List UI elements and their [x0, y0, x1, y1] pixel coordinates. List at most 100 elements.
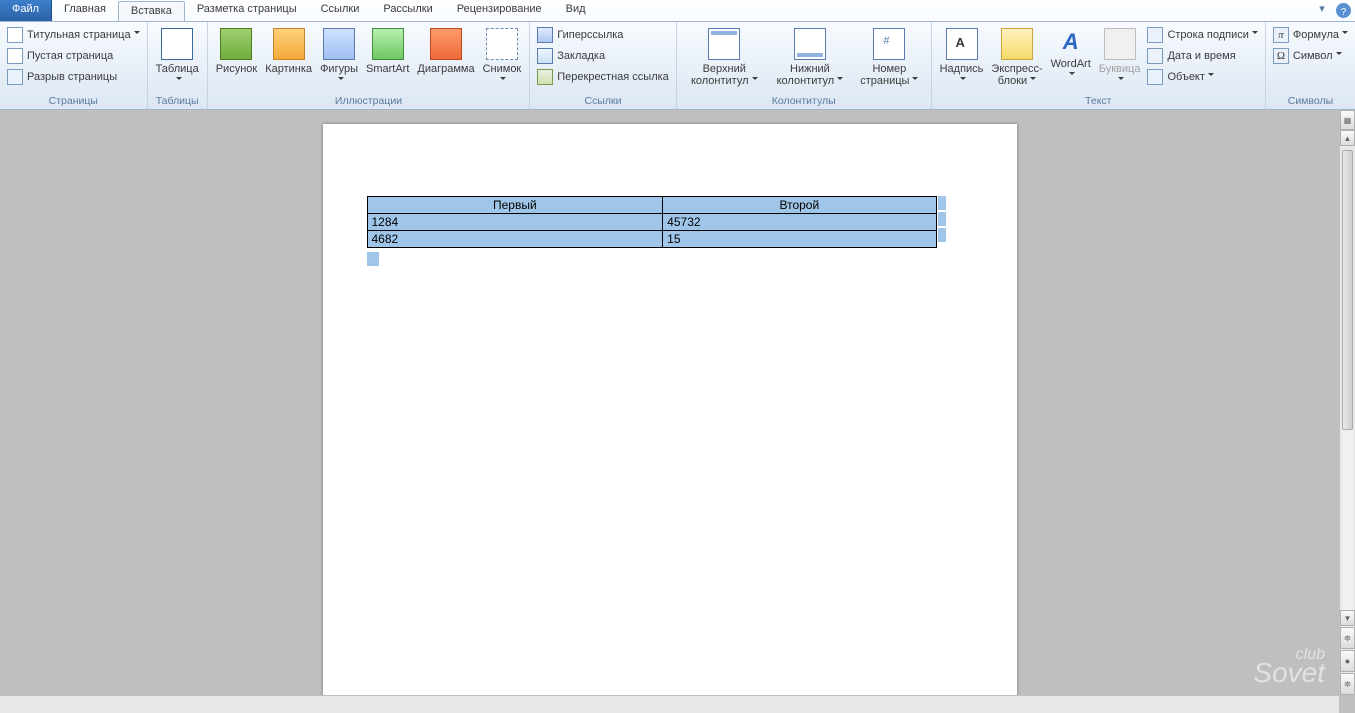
page-number-icon — [873, 28, 905, 60]
tab-references[interactable]: Ссылки — [309, 0, 372, 21]
page-break-icon — [7, 69, 23, 85]
cover-page-button[interactable]: Титульная страница — [4, 24, 143, 45]
table-header-cell[interactable]: Второй — [663, 197, 936, 214]
tab-layout[interactable]: Разметка страницы — [185, 0, 309, 21]
ribbon-insert: Титульная страница Пустая страница Разры… — [0, 22, 1355, 110]
equation-icon: π — [1273, 27, 1289, 43]
selection-handle — [938, 212, 946, 226]
group-tables: Таблица Таблицы — [148, 22, 208, 109]
group-pages: Титульная страница Пустая страница Разры… — [0, 22, 148, 109]
table-header-cell[interactable]: Первый — [367, 197, 663, 214]
bookmark-icon — [537, 48, 553, 64]
picture-icon — [220, 28, 252, 60]
quickparts-icon — [1001, 28, 1033, 60]
cross-reference-button[interactable]: Перекрестная ссылка — [534, 66, 672, 87]
object-button[interactable]: Объект — [1144, 66, 1260, 87]
date-time-button[interactable]: Дата и время — [1144, 45, 1260, 66]
shapes-button[interactable]: Фигуры — [316, 24, 362, 89]
prev-page-icon[interactable]: ≑ — [1340, 627, 1355, 649]
table-row[interactable]: 1284 45732 — [367, 214, 936, 231]
footer-icon — [794, 28, 826, 60]
hyperlink-icon — [537, 27, 553, 43]
screenshot-icon — [486, 28, 518, 60]
cross-ref-icon — [537, 69, 553, 85]
chart-button[interactable]: Диаграмма — [413, 24, 478, 77]
cover-page-icon — [7, 27, 23, 43]
table-cell[interactable]: 4682 — [367, 231, 663, 248]
footer-button[interactable]: Нижний колонтитул — [768, 24, 852, 89]
next-page-icon[interactable]: ≑ — [1340, 673, 1355, 695]
symbol-button[interactable]: ΩСимвол — [1270, 45, 1351, 66]
tab-home[interactable]: Главная — [52, 0, 118, 21]
document-page[interactable]: Первый Второй 1284 45732 4682 15 — [323, 124, 1017, 695]
table-button[interactable]: Таблица — [152, 24, 203, 89]
group-label-tables: Таблицы — [152, 94, 203, 109]
group-illustrations: Рисунок Картинка Фигуры SmartArt Диаграм… — [208, 22, 531, 109]
horizontal-scrollbar[interactable] — [0, 695, 1339, 713]
scroll-track[interactable] — [1342, 150, 1353, 635]
dropcap-icon — [1104, 28, 1136, 60]
vertical-scrollbar[interactable]: ▦ ▲ ▼ ≑ ● ≑ — [1339, 110, 1355, 695]
tab-mailings[interactable]: Рассылки — [371, 0, 444, 21]
shapes-icon — [323, 28, 355, 60]
table-cell[interactable]: 45732 — [663, 214, 936, 231]
tab-insert[interactable]: Вставка — [118, 1, 185, 21]
selection-handle — [938, 196, 946, 210]
picture-button[interactable]: Рисунок — [212, 24, 262, 77]
dropcap-button[interactable]: Буквица — [1095, 24, 1145, 89]
signature-line-button[interactable]: Строка подписи — [1144, 24, 1260, 45]
group-label-symbols: Символы — [1270, 94, 1351, 109]
menu-tabs: Файл Главная Вставка Разметка страницы С… — [0, 0, 1355, 22]
group-label-illustrations: Иллюстрации — [212, 94, 526, 109]
group-links: Гиперссылка Закладка Перекрестная ссылка… — [530, 22, 677, 109]
group-label-pages: Страницы — [4, 94, 143, 109]
date-icon — [1147, 48, 1163, 64]
text-cursor — [367, 252, 379, 266]
blank-page-icon — [7, 48, 23, 64]
group-label-links: Ссылки — [534, 94, 672, 109]
tab-view[interactable]: Вид — [554, 0, 598, 21]
scroll-up-icon[interactable]: ▲ — [1340, 130, 1355, 146]
header-button[interactable]: Верхний колонтитул — [681, 24, 768, 89]
page-number-button[interactable]: Номер страницы — [852, 24, 926, 89]
minimize-ribbon-icon[interactable]: ▾ — [1312, 0, 1332, 21]
table-cell[interactable]: 1284 — [367, 214, 663, 231]
smartart-button[interactable]: SmartArt — [362, 24, 413, 77]
table-cell[interactable]: 15 — [663, 231, 936, 248]
clipart-icon — [273, 28, 305, 60]
screenshot-button[interactable]: Снимок — [479, 24, 526, 89]
clipart-button[interactable]: Картинка — [261, 24, 316, 77]
group-label-text: Текст — [936, 94, 1261, 109]
wordart-button[interactable]: AWordArt — [1047, 24, 1095, 84]
group-label-header-footer: Колонтитулы — [681, 94, 927, 109]
scroll-thumb[interactable] — [1342, 150, 1353, 430]
tab-review[interactable]: Рецензирование — [445, 0, 554, 21]
hyperlink-button[interactable]: Гиперссылка — [534, 24, 672, 45]
textbox-icon — [946, 28, 978, 60]
blank-page-button[interactable]: Пустая страница — [4, 45, 143, 66]
smartart-icon — [372, 28, 404, 60]
group-header-footer: Верхний колонтитул Нижний колонтитул Ном… — [677, 22, 932, 109]
equation-button[interactable]: πФормула — [1270, 24, 1351, 45]
textbox-button[interactable]: Надпись — [936, 24, 988, 89]
group-text: Надпись Экспресс-блоки AWordArt Буквица … — [932, 22, 1266, 109]
selection-handle — [938, 228, 946, 242]
help-icon[interactable]: ? — [1336, 3, 1351, 18]
chart-icon — [430, 28, 462, 60]
document-workspace[interactable]: Первый Второй 1284 45732 4682 15 — [0, 110, 1339, 695]
table-row[interactable]: 4682 15 — [367, 231, 936, 248]
group-symbols: πФормула ΩСимвол Символы — [1266, 22, 1355, 109]
tab-file[interactable]: Файл — [0, 0, 52, 21]
wordart-icon: A — [1055, 26, 1087, 58]
page-break-button[interactable]: Разрыв страницы — [4, 66, 143, 87]
bookmark-button[interactable]: Закладка — [534, 45, 672, 66]
symbol-icon: Ω — [1273, 48, 1289, 64]
browse-object-icon[interactable]: ● — [1340, 650, 1355, 672]
object-icon — [1147, 69, 1163, 85]
ruler-toggle-icon[interactable]: ▦ — [1340, 110, 1355, 130]
document-table[interactable]: Первый Второй 1284 45732 4682 15 — [367, 196, 937, 248]
table-header-row[interactable]: Первый Второй — [367, 197, 936, 214]
table-icon — [161, 28, 193, 60]
scroll-down-icon[interactable]: ▼ — [1340, 610, 1355, 626]
quickparts-button[interactable]: Экспресс-блоки — [987, 24, 1046, 89]
